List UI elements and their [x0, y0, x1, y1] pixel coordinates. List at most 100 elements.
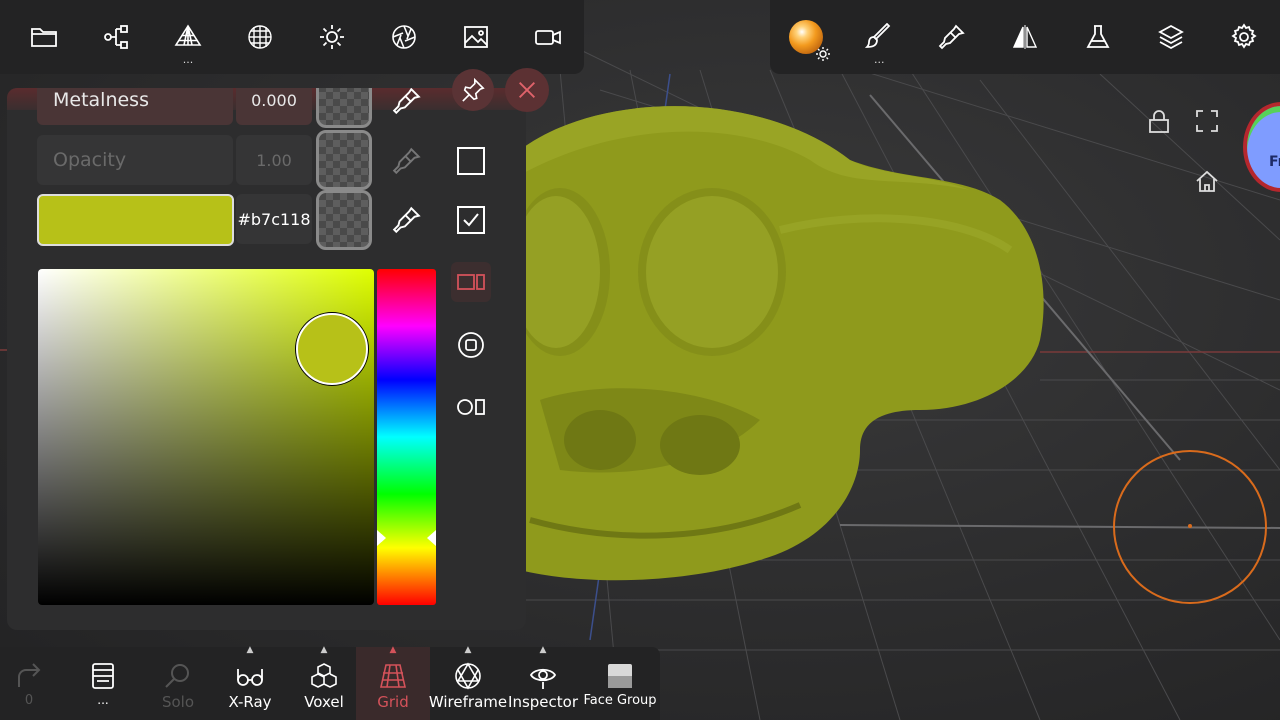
inspector-button[interactable]: ▲ Inspector	[506, 645, 580, 720]
voxel-label: Voxel	[304, 693, 344, 711]
redo-button[interactable]: 0	[0, 647, 58, 720]
split-rect-icon	[457, 274, 485, 290]
opacity-texture-slot[interactable]	[316, 130, 372, 190]
opacity-value: 1.00	[256, 150, 292, 170]
top-toolbar-right: ...	[770, 0, 1280, 74]
metalness-value-field[interactable]: 0.000	[236, 88, 312, 125]
hex-value: #b7c118	[237, 209, 311, 229]
opacity-value-field[interactable]: 1.00	[236, 135, 312, 185]
home-icon[interactable]	[1194, 168, 1220, 194]
grid-icon	[379, 664, 407, 688]
solo-label: Solo	[161, 693, 195, 711]
camera-button[interactable]	[512, 0, 584, 74]
wireframe-label: Wireframe	[428, 693, 508, 711]
inspector-label: Inspector	[508, 693, 578, 711]
circle-rect-icon	[457, 399, 485, 415]
wireframe-icon	[455, 662, 481, 690]
color-picker-button[interactable]	[916, 0, 989, 74]
color-swatch[interactable]	[37, 194, 234, 246]
opacity-picker-button[interactable]	[389, 143, 425, 179]
material-color-panel: Metalness 0.000 Opacity 1.00 #b7c118	[7, 88, 526, 630]
lock-icon[interactable]	[1146, 108, 1172, 134]
scene-button[interactable]	[80, 0, 152, 74]
metalness-label-field[interactable]: Metalness	[37, 88, 233, 125]
video-camera-icon	[535, 30, 561, 45]
sphere-grid-icon	[248, 25, 272, 49]
eyedropper-icon	[938, 24, 965, 50]
view-mode-center-button[interactable]	[451, 325, 491, 365]
layers-button[interactable]	[1134, 0, 1207, 74]
metalness-texture-slot[interactable]	[316, 88, 372, 128]
brush-cursor-center	[1188, 524, 1192, 528]
fullscreen-icon[interactable]	[1194, 108, 1220, 134]
symmetry-icon	[1012, 25, 1038, 49]
metalness-picker-button[interactable]	[389, 88, 425, 119]
topology-button[interactable]: ...	[152, 0, 224, 74]
grid-label: Grid	[377, 693, 409, 711]
magnify-icon	[165, 664, 189, 688]
image-icon	[464, 26, 488, 48]
paint-button[interactable]: ...	[843, 0, 916, 74]
eyedropper-icon	[392, 147, 421, 175]
eyedropper-icon	[392, 206, 421, 234]
xray-label: X-Ray	[228, 693, 272, 711]
xray-button[interactable]: ▲ X-Ray	[208, 645, 292, 720]
gear-small-icon	[816, 47, 831, 61]
hue-arrow-right[interactable]	[427, 529, 436, 546]
box-unchecked-button[interactable]	[451, 141, 491, 181]
color-texture-slot[interactable]	[316, 190, 372, 250]
inspector-eye-icon	[529, 668, 557, 689]
layers-icon	[1157, 24, 1184, 50]
hue-slider[interactable]	[377, 269, 436, 605]
inspector-caret-icon: ▲	[539, 645, 547, 655]
view-mode-left-button[interactable]	[451, 262, 491, 302]
flask-icon	[1086, 25, 1110, 48]
monkey-model[interactable]	[510, 106, 1044, 581]
close-panel-button[interactable]	[505, 68, 549, 112]
checkbox-empty-icon	[457, 147, 485, 175]
metalness-label: Metalness	[53, 89, 149, 111]
sun-icon	[320, 25, 344, 49]
background-button[interactable]	[440, 0, 512, 74]
gizmo-label: Fr	[1269, 154, 1280, 170]
notes-button[interactable]: ...	[58, 647, 148, 720]
aperture-button[interactable]	[368, 0, 440, 74]
material-button[interactable]	[770, 0, 843, 74]
view-mode-right-button[interactable]	[451, 387, 491, 427]
hierarchy-icon	[104, 25, 128, 49]
face-group-label: Face Group	[583, 693, 657, 708]
cubes-icon	[311, 663, 337, 688]
hex-value-field[interactable]: #b7c118	[236, 194, 312, 244]
solo-button[interactable]: Solo	[148, 647, 208, 720]
metalness-value: 0.000	[251, 90, 297, 110]
settings-button[interactable]	[1207, 0, 1280, 74]
paintbrush-icon	[865, 23, 891, 48]
saturation-value-handle[interactable]	[296, 313, 368, 385]
voxel-caret-icon: ▲	[320, 645, 328, 655]
grid-button[interactable]: ▲ Grid	[356, 645, 430, 720]
color-picker-button-panel[interactable]	[389, 202, 425, 238]
redo-count: 0	[24, 693, 34, 708]
wireframe-button[interactable]: ▲ Wireframe	[428, 645, 508, 720]
hue-arrow-left[interactable]	[377, 529, 386, 546]
symmetry-button[interactable]	[989, 0, 1062, 74]
pin-panel-button[interactable]	[452, 69, 494, 111]
flask-button[interactable]	[1061, 0, 1134, 74]
files-button[interactable]	[8, 0, 80, 74]
redo-icon	[18, 663, 41, 687]
face-group-button[interactable]: Face Group	[580, 647, 660, 720]
wireframe-caret-icon: ▲	[464, 645, 472, 655]
opacity-label-field[interactable]: Opacity	[37, 135, 233, 185]
grid-caret-icon: ▲	[389, 645, 397, 655]
opacity-label: Opacity	[53, 149, 127, 171]
box-checked-button[interactable]	[451, 200, 491, 240]
notes-label: ...	[97, 693, 109, 707]
voxel-button[interactable]: ▲ Voxel	[292, 645, 356, 720]
face-group-icon	[608, 664, 632, 688]
checkbox-checked-icon	[457, 206, 485, 234]
xray-caret-icon: ▲	[246, 645, 254, 655]
topology-icon	[174, 24, 202, 46]
glasses-icon	[237, 669, 263, 686]
voxel-sphere-button[interactable]	[224, 0, 296, 74]
lighting-button[interactable]	[296, 0, 368, 74]
